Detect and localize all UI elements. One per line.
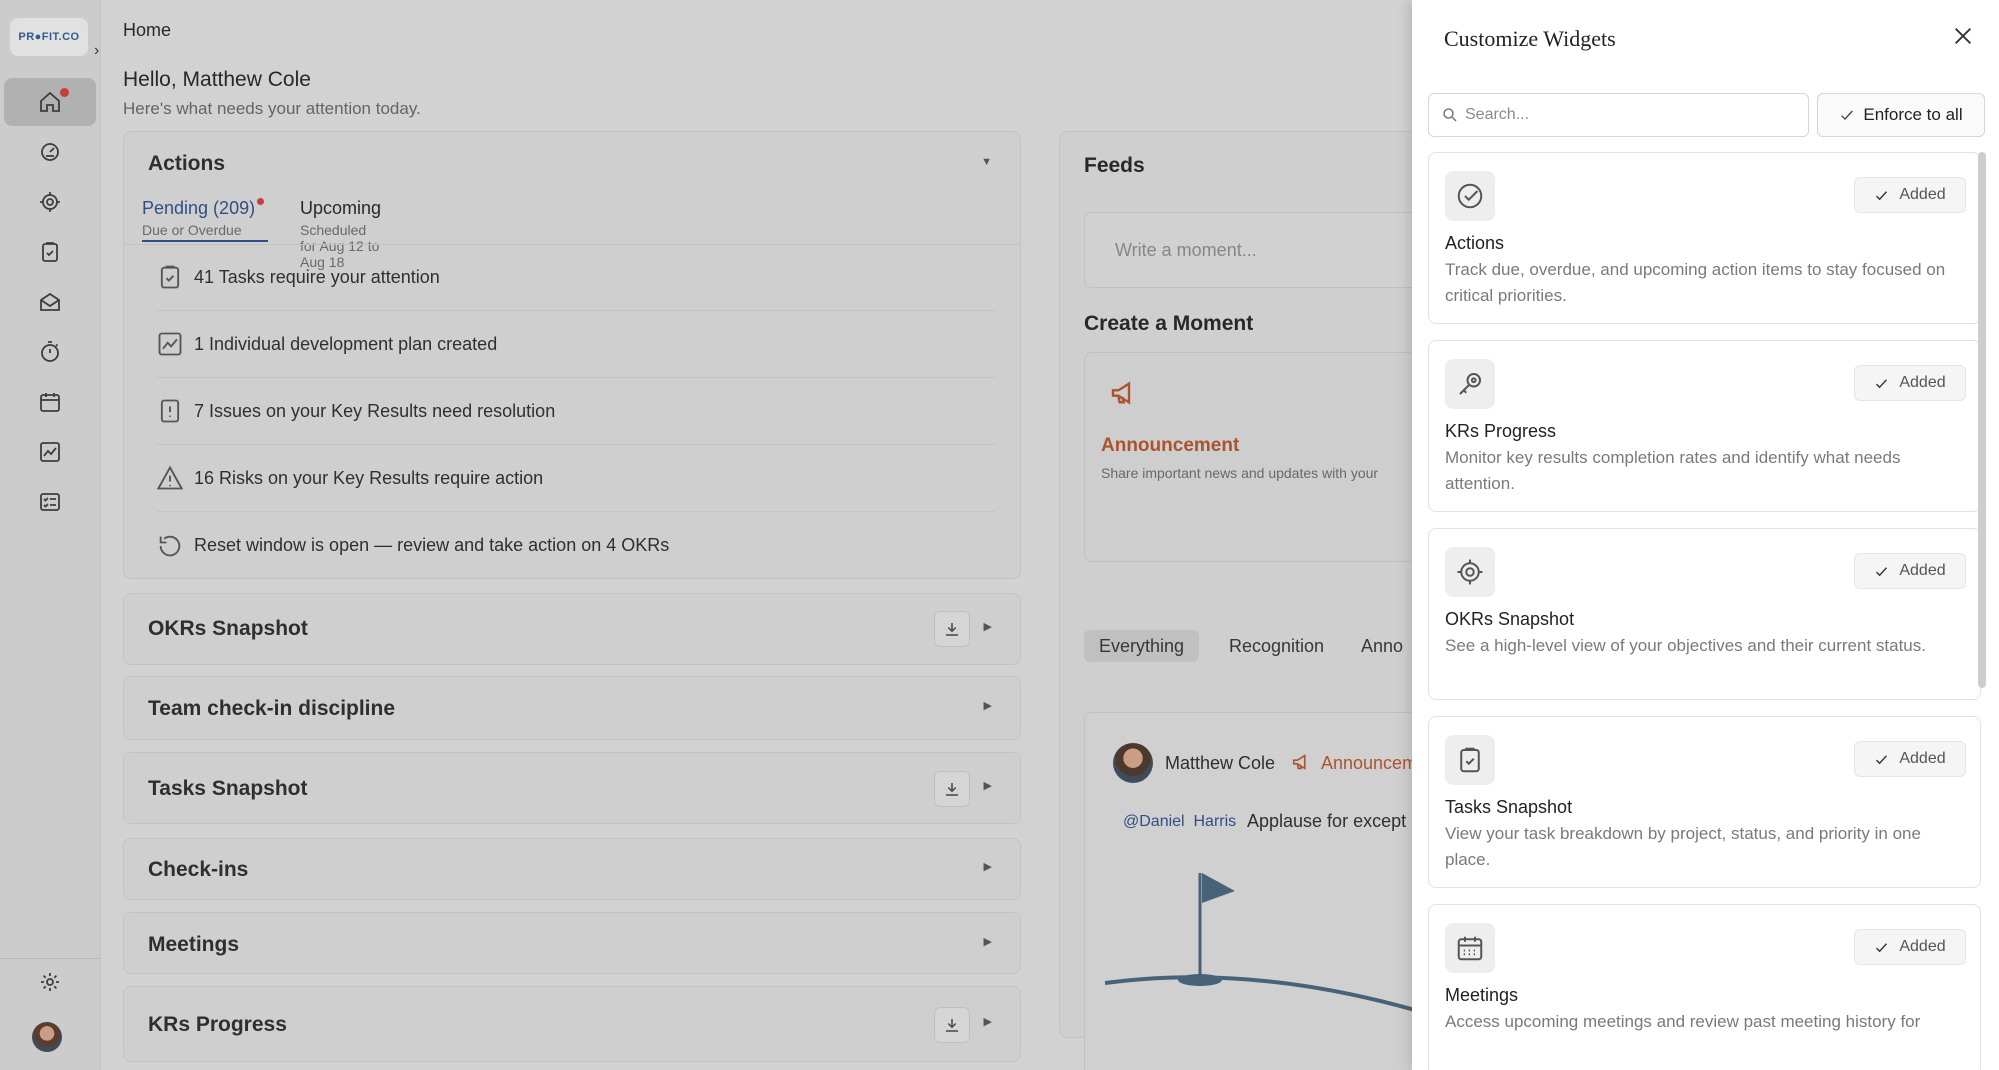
- widget-name: Actions: [1445, 233, 1505, 253]
- added-label: Added: [1899, 750, 1946, 767]
- widget-name: OKRs Snapshot: [1445, 609, 1575, 629]
- widget-desc: See a high-level view of your objectives…: [1445, 636, 1926, 655]
- added-button[interactable]: Added: [1854, 929, 1966, 965]
- clipboard-check-icon: [1445, 735, 1495, 785]
- widget-card-okrs-snapshot[interactable]: Added OKRs Snapshot See a high-level vie…: [1428, 528, 1981, 700]
- key-icon: [1445, 359, 1495, 409]
- panel-title: Customize Widgets: [1444, 26, 1616, 51]
- customize-widgets-panel: Customize Widgets Enforce to all Added A…: [1412, 0, 1999, 1070]
- added-button[interactable]: Added: [1854, 553, 1966, 589]
- check-icon: [1876, 566, 1888, 576]
- widget-card-actions[interactable]: Added Actions Track due, overdue, and up…: [1428, 152, 1981, 324]
- widget-list: Added Actions Track due, overdue, and up…: [1428, 152, 1988, 1070]
- check-circle-icon: [1445, 171, 1495, 221]
- check-icon: [1841, 110, 1854, 120]
- widget-card-krs-progress[interactable]: Added KRs Progress Monitor key results c…: [1428, 340, 1981, 512]
- widget-name: Meetings: [1445, 985, 1519, 1005]
- widget-card-meetings[interactable]: Added Meetings Access upcoming meetings …: [1428, 904, 1981, 1070]
- added-label: Added: [1899, 938, 1946, 955]
- check-icon: [1876, 190, 1888, 200]
- widget-name: Tasks Snapshot: [1445, 797, 1573, 817]
- added-button[interactable]: Added: [1854, 365, 1966, 401]
- enforce-to-all-button[interactable]: Enforce to all: [1817, 93, 1985, 137]
- added-button[interactable]: Added: [1854, 177, 1966, 213]
- added-label: Added: [1899, 186, 1946, 203]
- search-icon: [1443, 108, 1457, 122]
- check-icon: [1876, 754, 1888, 764]
- widget-name: KRs Progress: [1445, 421, 1557, 441]
- enforce-label: Enforce to all: [1863, 105, 1963, 124]
- widget-desc: Track due, overdue, and upcoming action …: [1445, 260, 1946, 305]
- added-label: Added: [1899, 562, 1946, 579]
- widget-card-tasks-snapshot[interactable]: Added Tasks Snapshot View your task brea…: [1428, 716, 1981, 888]
- added-label: Added: [1899, 374, 1946, 391]
- close-icon: [1955, 28, 1971, 44]
- close-button[interactable]: [1949, 22, 1977, 50]
- widget-desc: Access upcoming meetings and review past…: [1445, 1012, 1921, 1031]
- check-icon: [1876, 942, 1888, 952]
- scrollbar[interactable]: [1978, 152, 1986, 688]
- added-button[interactable]: Added: [1854, 741, 1966, 777]
- widget-desc: View your task breakdown by project, sta…: [1445, 824, 1921, 869]
- modal-overlay[interactable]: [0, 0, 1412, 1070]
- target-icon: [1445, 547, 1495, 597]
- widget-desc: Monitor key results completion rates and…: [1445, 448, 1901, 493]
- calendar-icon: [1445, 923, 1495, 973]
- search-input[interactable]: [1465, 106, 1785, 124]
- search-field[interactable]: [1428, 93, 1809, 137]
- check-icon: [1876, 378, 1888, 388]
